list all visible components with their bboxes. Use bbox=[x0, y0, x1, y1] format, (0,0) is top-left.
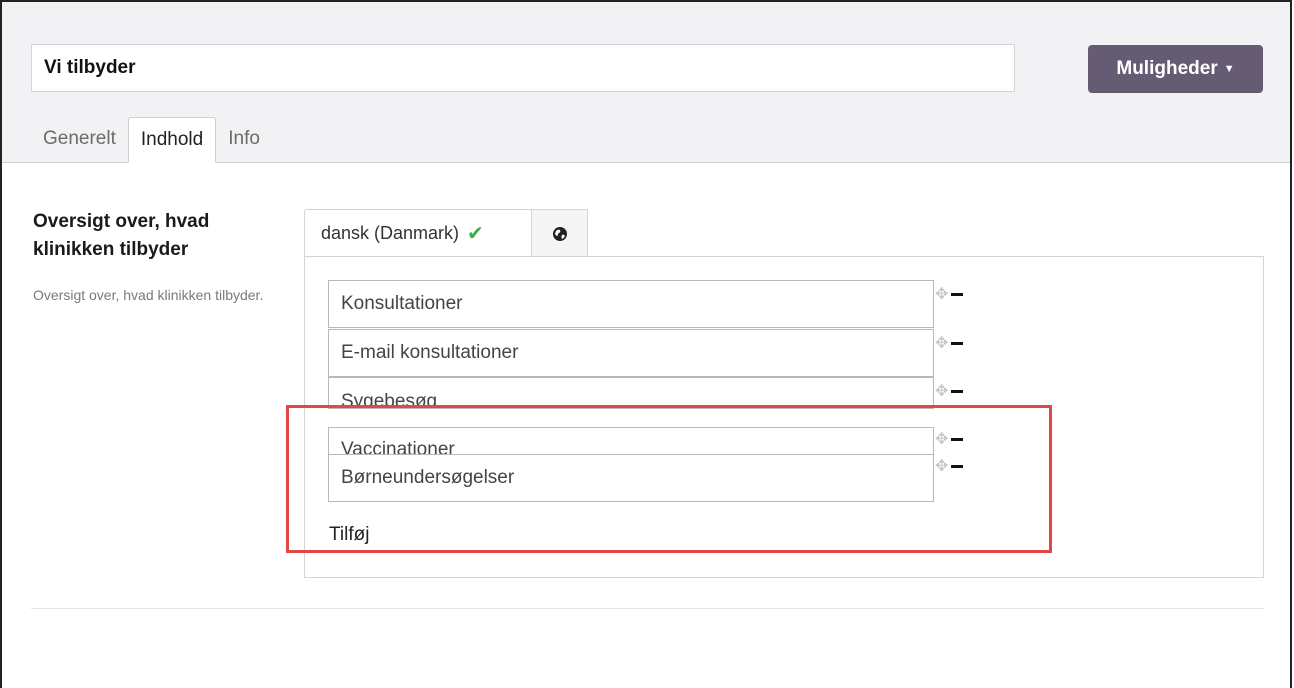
move-handle-icon[interactable]: ✥ bbox=[935, 284, 948, 304]
section-divider bbox=[31, 608, 1264, 609]
move-handle-icon[interactable]: ✥ bbox=[935, 456, 948, 476]
list-item-text: Vaccinationer bbox=[341, 439, 455, 455]
tab-label: Indhold bbox=[140, 129, 204, 150]
list-item-text: Børneundersøgelser bbox=[341, 467, 515, 488]
list-item-input[interactable]: Vaccinationer bbox=[328, 427, 934, 455]
list-item-controls: ✥ bbox=[935, 456, 964, 476]
remove-icon[interactable] bbox=[951, 437, 964, 441]
caret-down-icon: ▼ bbox=[1223, 63, 1235, 75]
globe-icon bbox=[552, 226, 567, 241]
tab-language-danish[interactable]: dansk (Danmark) ✔ bbox=[304, 209, 532, 257]
tab-generelt[interactable]: Generelt bbox=[31, 116, 128, 162]
language-label: dansk (Danmark) bbox=[321, 223, 460, 243]
tab-language-globe[interactable] bbox=[532, 209, 588, 257]
list-item-input[interactable]: Sygebesøg bbox=[328, 377, 934, 409]
field-title: Oversigt over, hvad klinikken tilbyder bbox=[33, 211, 210, 260]
tab-label: Info bbox=[228, 128, 260, 149]
remove-icon[interactable] bbox=[951, 464, 964, 468]
tab-info[interactable]: Info bbox=[216, 116, 272, 162]
list-item-controls: ✥ bbox=[935, 429, 964, 449]
move-handle-icon[interactable]: ✥ bbox=[935, 429, 948, 449]
list-item-controls: ✥ bbox=[935, 381, 964, 401]
list-item-controls: ✥ bbox=[935, 333, 964, 353]
list-item-text: Sygebesøg bbox=[341, 391, 438, 409]
list-item-input[interactable]: Konsultationer bbox=[328, 280, 934, 328]
tab-label: Generelt bbox=[43, 128, 116, 149]
options-button-label: Muligheder bbox=[1116, 58, 1218, 79]
main-tabs: Generelt Indhold Info bbox=[31, 116, 272, 163]
list-item-input[interactable]: Børneundersøgelser bbox=[328, 454, 934, 502]
title-input[interactable] bbox=[31, 44, 1015, 92]
list-item-input[interactable]: E-mail konsultationer bbox=[328, 329, 934, 377]
move-handle-icon[interactable]: ✥ bbox=[935, 381, 948, 401]
remove-icon[interactable] bbox=[951, 292, 964, 296]
list-item-text: Konsultationer bbox=[341, 293, 463, 314]
remove-icon[interactable] bbox=[951, 341, 964, 345]
list-item-controls: ✥ bbox=[935, 284, 964, 304]
checkmark-icon: ✔ bbox=[467, 223, 484, 245]
move-handle-icon[interactable]: ✥ bbox=[935, 333, 948, 353]
list-item-text: E-mail konsultationer bbox=[341, 342, 519, 363]
options-button[interactable]: Muligheder ▼ bbox=[1088, 45, 1263, 93]
language-tabs: dansk (Danmark) ✔ bbox=[304, 209, 588, 257]
remove-icon[interactable] bbox=[951, 389, 964, 393]
add-item-link[interactable]: Tilføj bbox=[329, 524, 369, 546]
tab-indhold[interactable]: Indhold bbox=[127, 117, 217, 163]
field-description: Oversigt over, hvad klinikken tilbyder. bbox=[33, 287, 264, 303]
